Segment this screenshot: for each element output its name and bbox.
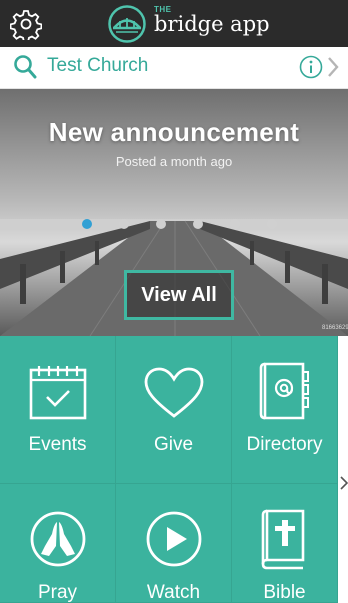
tile-directory[interactable]: Directory — [232, 336, 338, 484]
bible-icon — [261, 509, 304, 570]
grid-edge — [338, 336, 348, 603]
announcement-carousel[interactable]: New announcement Posted a month ago View… — [0, 89, 348, 336]
announcement-subtitle: Posted a month ago — [115, 154, 233, 169]
church-name[interactable]: Test Church — [47, 54, 148, 78]
carousel-dot-6[interactable] — [267, 219, 277, 229]
app-header: THE bridge app — [0, 0, 348, 47]
view-all-button[interactable]: View All — [124, 270, 234, 320]
brand: THE bridge app — [108, 5, 270, 43]
carousel-dot-5[interactable] — [230, 219, 240, 229]
carousel-dot-4[interactable] — [193, 219, 203, 229]
tile-bible[interactable]: Bible — [232, 484, 338, 603]
brand-name: bridge app — [154, 12, 270, 36]
brand-text: THE bridge app — [154, 5, 270, 36]
carousel-dot-3[interactable] — [156, 219, 166, 229]
carousel-dot-1[interactable] — [82, 219, 92, 229]
tile-pray[interactable]: Pray — [0, 484, 116, 603]
tile-label-events: Events — [28, 434, 87, 455]
carousel-dot-2[interactable] — [119, 219, 129, 229]
chevron-right-icon[interactable] — [326, 55, 340, 79]
tile-label-directory: Directory — [246, 434, 323, 455]
chevron-right-icon[interactable] — [340, 476, 348, 490]
play-icon — [146, 511, 201, 567]
search-icon[interactable] — [13, 54, 37, 80]
tile-label-pray: Pray — [37, 582, 78, 603]
tile-watch[interactable]: Watch — [116, 484, 232, 603]
image-watermark: 81663629 — [322, 325, 348, 331]
praying-hands-icon — [30, 511, 85, 567]
address-book-icon — [259, 362, 309, 420]
heart-icon — [144, 367, 203, 418]
tile-label-bible: Bible — [263, 582, 306, 603]
tile-give[interactable]: Give — [116, 336, 232, 484]
carousel-dots[interactable] — [80, 219, 280, 231]
announcement-title: New announcement — [48, 117, 300, 147]
feature-grid: Events Give Directory Pray Watch Bible — [0, 336, 348, 603]
gear-icon[interactable] — [10, 8, 42, 40]
church-bar[interactable]: Test Church — [0, 47, 348, 89]
info-icon[interactable] — [299, 55, 323, 79]
tile-label-give: Give — [153, 434, 194, 455]
tile-events[interactable]: Events — [0, 336, 116, 484]
calendar-icon — [29, 366, 86, 420]
tile-label-watch: Watch — [146, 582, 201, 603]
bridge-logo-icon — [108, 5, 146, 43]
brand-small-text: THE — [154, 5, 172, 14]
